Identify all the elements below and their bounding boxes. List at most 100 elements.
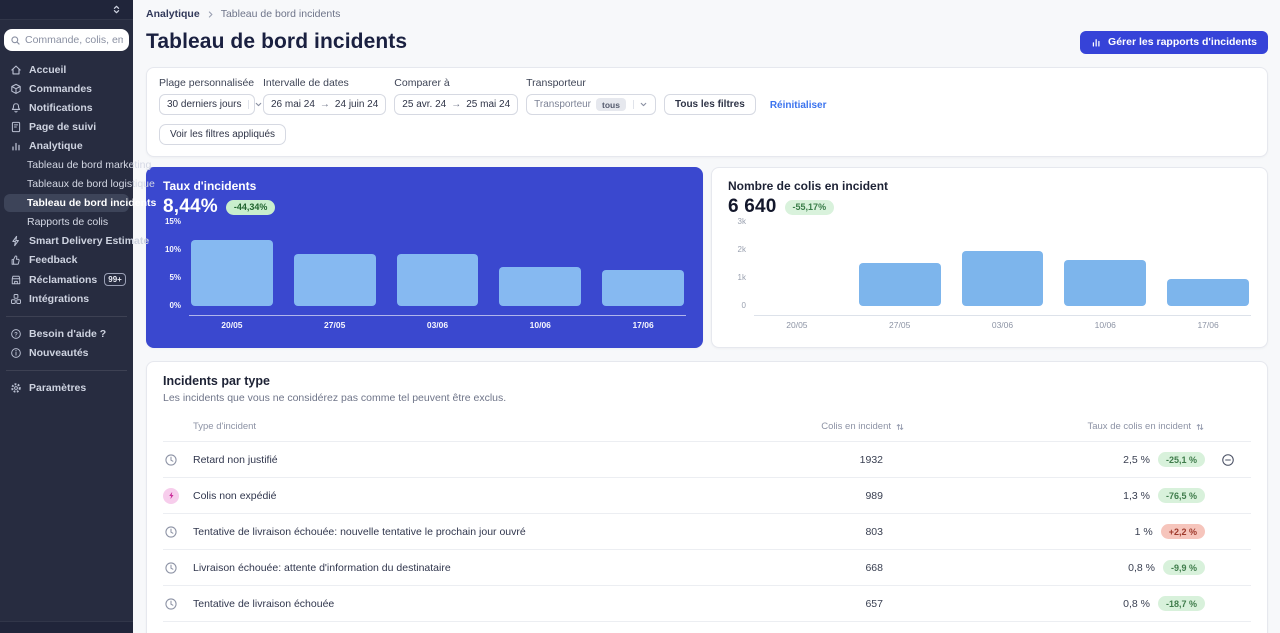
exclude-incident-button[interactable] — [1205, 453, 1251, 467]
column-type: Type d'incident — [193, 421, 755, 432]
bar-chart-icon — [1091, 37, 1102, 48]
sidebar-item-analytique[interactable]: Analytique — [4, 137, 129, 155]
sidebar-item-rapports-de-colis[interactable]: Rapports de colis — [4, 213, 129, 231]
bar — [294, 254, 376, 306]
x-axis-label: 03/06 — [397, 320, 479, 330]
divider — [6, 316, 127, 317]
arrow-right-icon: → — [451, 99, 461, 110]
sidebar: Accueil Commandes Notifications Page de … — [0, 0, 133, 633]
bars — [754, 222, 1251, 306]
carrier-select[interactable]: Transporteur tous — [526, 94, 656, 115]
table-title: Incidents par type — [163, 374, 1251, 388]
sidebar-item-label: Analytique — [29, 140, 83, 152]
x-axis-label: 27/05 — [294, 320, 376, 330]
sidebar-item-nouveautes[interactable]: Nouveautés — [4, 344, 129, 362]
search-box[interactable] — [4, 29, 129, 51]
delta-badge: -25,1 % — [1158, 452, 1205, 467]
sidebar-item-parametres[interactable]: Paramètres — [4, 379, 129, 397]
x-axis-line — [754, 315, 1251, 316]
incident-count-chart: 3k2k1k0 20/0527/0503/0610/0617/06 — [728, 222, 1251, 330]
date-interval-input[interactable]: 26 mai 24 → 24 juin 24 — [263, 94, 386, 115]
bar — [962, 251, 1044, 306]
table-subtitle: Les incidents que vous ne considérez pas… — [163, 392, 1251, 404]
custom-range-label: Plage personnalisée — [159, 77, 255, 89]
bar — [1064, 260, 1146, 306]
chart-title: Nombre de colis en incident — [728, 179, 1251, 193]
custom-range-select[interactable]: 30 derniers jours — [159, 94, 255, 115]
chevron-down-icon — [633, 100, 648, 109]
kpi-delta-badge: -44,34% — [226, 200, 276, 215]
compare-range-input[interactable]: 25 avr. 24 → 25 mai 24 — [394, 94, 518, 115]
sidebar-item-label: Page de suivi — [29, 121, 96, 133]
sidebar-item-tableau-de-bord-marketing[interactable]: Tableau de bord marketing — [4, 156, 129, 174]
all-filters-button[interactable]: Tous les filtres — [664, 94, 756, 115]
sidebar-nav: Accueil Commandes Notifications Page de … — [0, 57, 133, 402]
sidebar-item-smart-delivery-estimate[interactable]: Smart Delivery Estimate — [4, 232, 129, 250]
x-axis-label: 17/06 — [1167, 320, 1249, 330]
gear-icon — [10, 382, 22, 394]
clock-icon — [163, 524, 179, 540]
divider — [6, 370, 127, 371]
applied-filters-button[interactable]: Voir les filtres appliqués — [159, 124, 286, 145]
sidebar-item-label: Nouveautés — [29, 347, 89, 359]
sidebar-item-integrations[interactable]: Intégrations — [4, 290, 129, 308]
kpi-value: 6 640 — [728, 196, 777, 218]
breadcrumb: Analytique Tableau de bord incidents — [146, 8, 1268, 20]
chevron-right-icon — [206, 10, 215, 19]
bell-icon — [10, 102, 22, 114]
table-row: Livraison échouée: attente d'information… — [163, 550, 1251, 586]
bar — [859, 263, 941, 306]
sidebar-item-tableau-de-bord-incidents[interactable]: Tableau de bord incidents — [4, 194, 129, 212]
x-axis-label: 27/05 — [859, 320, 941, 330]
page-title: Tableau de bord incidents — [146, 30, 407, 54]
sidebar-footer — [0, 621, 133, 633]
x-axis-label: 20/05 — [191, 320, 273, 330]
breadcrumb-analytique[interactable]: Analytique — [146, 8, 200, 20]
sort-icon — [1195, 422, 1205, 432]
table-footer: Voir 35 autres incidents (1 exclus) — [163, 622, 1251, 633]
bar — [1167, 279, 1249, 306]
manage-incident-reports-button[interactable]: Gérer les rapports d'incidents — [1080, 31, 1268, 54]
chart-title: Taux d'incidents — [163, 179, 686, 193]
incidents-by-type-panel: Incidents par type Les incidents que vou… — [146, 361, 1268, 633]
sidebar-item-label: Réclamations — [29, 274, 97, 286]
clock-icon — [163, 452, 179, 468]
x-axis-label: 20/05 — [756, 320, 838, 330]
sidebar-item-reclamations[interactable]: Réclamations 99+ — [4, 270, 129, 289]
clock-icon — [163, 596, 179, 612]
delta-badge: -9,9 % — [1163, 560, 1205, 575]
x-axis-labels: 20/0527/0503/0610/0617/06 — [754, 320, 1251, 330]
reset-filters-link[interactable]: Réinitialiser — [770, 100, 827, 111]
sidebar-item-label: Paramètres — [29, 382, 86, 394]
breadcrumb-current: Tableau de bord incidents — [221, 8, 341, 20]
sidebar-item-tableaux-de-bord-logistique[interactable]: Tableaux de bord logistique — [4, 175, 129, 193]
x-axis-line — [189, 315, 686, 316]
carrier-label: Transporteur — [526, 77, 656, 89]
search-input[interactable] — [25, 34, 123, 46]
kpi-value: 8,44% — [163, 196, 218, 218]
sidebar-item-feedback[interactable]: Feedback — [4, 251, 129, 269]
sidebar-item-besoin-d-aide[interactable]: ? Besoin d'aide ? — [4, 325, 129, 343]
help-icon: ? — [10, 328, 22, 340]
sort-icon — [895, 422, 905, 432]
delta-badge: -76,5 % — [1158, 488, 1205, 503]
sidebar-item-notifications[interactable]: Notifications — [4, 99, 129, 117]
thumbs-up-icon — [10, 254, 22, 266]
sidebar-item-page-de-suivi[interactable]: Page de suivi — [4, 118, 129, 136]
kpi-delta-badge: -55,17% — [785, 200, 835, 215]
main-content: Analytique Tableau de bord incidents Tab… — [133, 0, 1280, 633]
workspace-switcher-icon[interactable] — [111, 4, 122, 15]
bar — [602, 270, 684, 306]
sidebar-item-accueil[interactable]: Accueil — [4, 61, 129, 79]
chevron-down-icon — [248, 100, 263, 109]
sidebar-item-label: Commandes — [29, 83, 92, 95]
x-axis-label: 17/06 — [602, 320, 684, 330]
blocks-icon — [10, 293, 22, 305]
column-rate-sort[interactable]: Taux de colis en incident — [905, 421, 1205, 432]
column-count-sort[interactable]: Colis en incident — [755, 421, 905, 432]
sidebar-item-label: Tableaux de bord logistique — [27, 178, 155, 190]
sidebar-item-commandes[interactable]: Commandes — [4, 80, 129, 98]
sidebar-item-label: Rapports de colis — [27, 216, 108, 228]
sidebar-item-label: Feedback — [29, 254, 77, 266]
incident-rate-chart: 15%10%5%0% 20/0527/0503/0610/0617/06 — [163, 222, 686, 330]
